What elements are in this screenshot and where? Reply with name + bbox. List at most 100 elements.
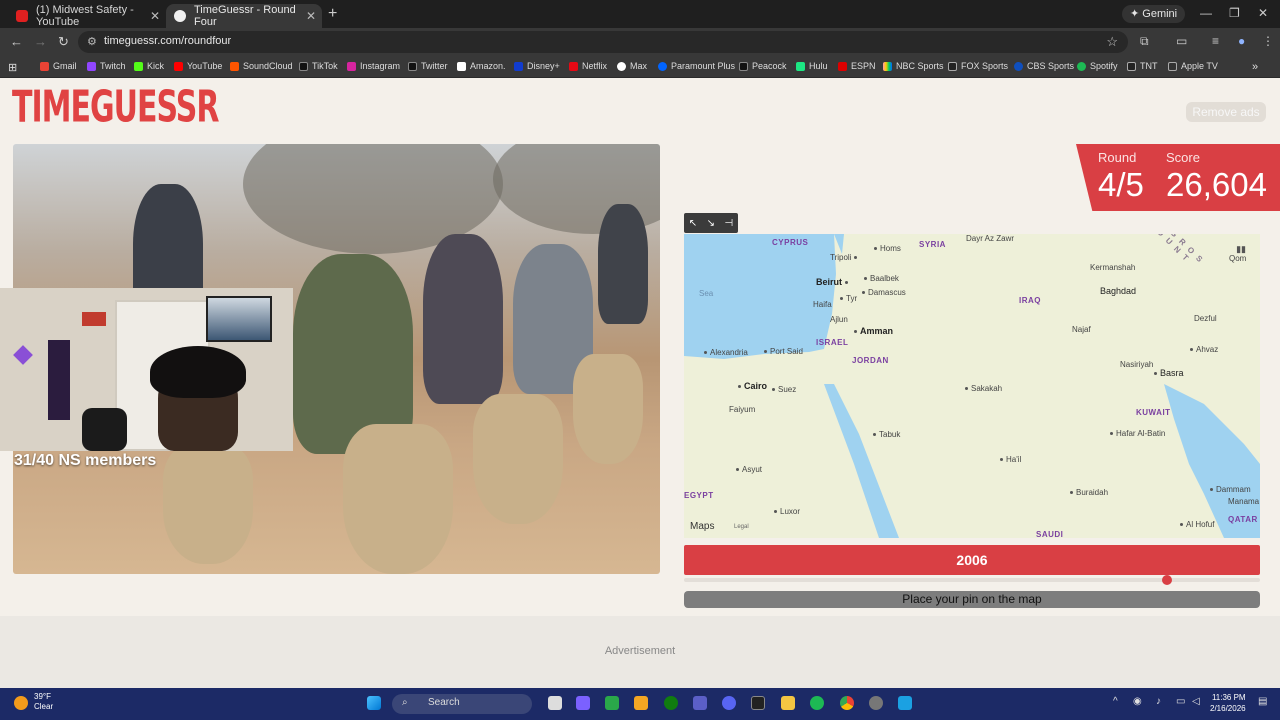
more-bookmarks-icon[interactable]: » xyxy=(1252,61,1258,73)
weather-widget[interactable]: 39°F Clear xyxy=(14,692,53,712)
close-tab-icon[interactable]: ✕ xyxy=(306,9,316,23)
bookmark-gmail[interactable]: Gmail xyxy=(40,61,77,71)
map-city: Dezful xyxy=(1194,314,1217,323)
advertisement-area: Advertisement xyxy=(0,616,1280,688)
map-city: Tabuk xyxy=(873,430,900,439)
map-city: Alexandria xyxy=(704,348,748,357)
bookmark-hulu[interactable]: Hulu xyxy=(796,61,828,71)
map-country: IRAQ xyxy=(1019,296,1041,305)
discord-icon[interactable] xyxy=(722,696,736,710)
year-slider[interactable] xyxy=(684,575,1260,585)
shrink-map-icon[interactable]: ↘ xyxy=(707,218,715,229)
app-icon[interactable] xyxy=(605,696,619,710)
epic-games-icon[interactable] xyxy=(751,696,765,710)
bookmark-netflix[interactable]: Netflix xyxy=(569,61,607,71)
map-legal-link[interactable]: Legal xyxy=(734,524,749,530)
bookmark-max[interactable]: Max xyxy=(617,61,647,71)
tray-chevron-icon[interactable]: ^ xyxy=(1113,696,1118,707)
new-tab-button[interactable]: + xyxy=(328,5,337,23)
site-info-icon[interactable]: ⚙ xyxy=(87,35,97,48)
close-tab-icon[interactable]: ✕ xyxy=(150,9,160,23)
teams-icon[interactable] xyxy=(693,696,707,710)
tray-app-icon[interactable]: ◉ xyxy=(1133,696,1142,707)
chrome-icon[interactable] xyxy=(840,696,854,710)
forward-icon[interactable]: → xyxy=(34,34,47,49)
notifications-icon[interactable]: ▤ xyxy=(1258,696,1267,707)
task-view-icon[interactable] xyxy=(548,696,562,710)
minimize-icon[interactable]: — xyxy=(1200,6,1212,20)
map-city: Dammam xyxy=(1210,485,1251,494)
tab-timeguessr[interactable]: TimeGuessr - Round Four ✕ xyxy=(166,4,322,28)
reload-icon[interactable]: ↻ xyxy=(58,34,69,50)
timeguessr-logo[interactable]: TIMEGUESSR xyxy=(12,86,219,130)
bookmark-soundcloud[interactable]: SoundCloud xyxy=(230,61,293,71)
clock-date: 2/16/2026 xyxy=(1210,704,1246,713)
restore-icon[interactable]: ❐ xyxy=(1229,6,1240,20)
windows-taskbar: 39°F Clear ⌕ Search ^ ◉ ♪ ▭ ◁ 11:36 PM 2… xyxy=(0,688,1280,720)
guess-map[interactable]: ▮▮ Sea CYPRUS SYRIA IRAQ ISRAEL JORDAN K… xyxy=(684,234,1260,538)
system-clock[interactable]: 11:36 PM 2/16/2026 xyxy=(1210,692,1246,714)
map-country: CYPRUS xyxy=(772,238,809,247)
timeguessr-icon xyxy=(174,10,186,22)
gemini-button[interactable]: ✦ Gemini xyxy=(1122,5,1186,23)
taskbar-search[interactable]: ⌕ Search xyxy=(392,694,532,714)
network-icon[interactable]: ▭ xyxy=(1176,696,1185,707)
cast-icon[interactable]: ▭ xyxy=(1176,34,1187,48)
year-slider-thumb[interactable] xyxy=(1161,575,1172,585)
bookmark-tiktok[interactable]: TikTok xyxy=(299,61,338,71)
bookmark-twitch[interactable]: Twitch xyxy=(87,61,126,71)
map-city: Homs xyxy=(874,244,901,253)
bookmark-disney[interactable]: Disney+ xyxy=(514,61,560,71)
url-text: timeguessr.com/roundfour xyxy=(104,35,232,47)
map-city: Basra xyxy=(1154,368,1184,378)
map-controls: ↖ ↘ ⊣ xyxy=(684,213,738,233)
weather-condition: Clear xyxy=(34,702,54,711)
store-icon[interactable] xyxy=(634,696,648,710)
address-bar[interactable]: ⚙ timeguessr.com/roundfour ☆ xyxy=(78,31,1128,53)
copilot-icon[interactable] xyxy=(576,696,590,710)
close-window-icon[interactable]: ✕ xyxy=(1258,6,1268,20)
extensions-icon[interactable]: ⧉ xyxy=(1140,34,1149,49)
profile-icon[interactable]: ● xyxy=(1238,34,1245,48)
bookmark-instagram[interactable]: Instagram xyxy=(347,61,400,71)
bookmark-tnt[interactable]: TNT xyxy=(1127,61,1158,71)
bookmark-nbc-sports[interactable]: NBC Sports xyxy=(883,61,944,71)
back-icon[interactable]: ← xyxy=(10,34,23,49)
bookmark-star-icon[interactable]: ☆ xyxy=(1106,34,1118,50)
menu-icon[interactable]: ⋮ xyxy=(1262,34,1274,48)
bookmark-espn[interactable]: ESPN xyxy=(838,61,876,71)
bookmark-fox-sports[interactable]: FOX Sports xyxy=(948,61,1008,71)
place-pin-button[interactable]: Place your pin on the map xyxy=(684,591,1260,608)
bookmark-peacock[interactable]: Peacock xyxy=(739,61,787,71)
expand-map-icon[interactable]: ↖ xyxy=(689,218,697,229)
bookmark-twitter[interactable]: Twitter xyxy=(408,61,448,71)
bookmark-amazon[interactable]: Amazon. xyxy=(457,61,506,71)
xbox-icon[interactable] xyxy=(664,696,678,710)
microphone-icon[interactable]: ♪ xyxy=(1156,696,1161,707)
youtube-icon xyxy=(16,10,28,22)
bookmark-kick[interactable]: Kick xyxy=(134,61,164,71)
search-label: Search xyxy=(428,697,460,708)
webcam-overlay xyxy=(0,288,293,451)
map-city: Manama xyxy=(1228,497,1260,506)
tab-title: (1) Midwest Safety - YouTube xyxy=(36,4,134,28)
apps-icon[interactable]: ⊞ xyxy=(8,61,17,74)
photo-sack xyxy=(573,354,643,464)
bookmark-apple-tv[interactable]: Apple TV xyxy=(1168,61,1218,71)
remove-ads-button[interactable]: Remove ads xyxy=(1186,102,1266,122)
tab-youtube[interactable]: (1) Midwest Safety - YouTube ✕ xyxy=(8,4,166,28)
pin-map-icon[interactable]: ⊣ xyxy=(725,218,734,229)
bookmark-cbs-sports[interactable]: CBS Sports xyxy=(1014,61,1074,71)
file-explorer-icon[interactable] xyxy=(781,696,795,710)
search-icon: ⌕ xyxy=(402,697,408,708)
media-icon[interactable]: ≡ xyxy=(1212,34,1219,48)
bookmarks-bar: ⊞ Gmail Twitch Kick YouTube SoundCloud T… xyxy=(0,56,1280,78)
start-icon[interactable] xyxy=(367,696,381,710)
bookmark-youtube[interactable]: YouTube xyxy=(174,61,222,71)
obs-icon[interactable] xyxy=(869,696,883,710)
bookmark-spotify[interactable]: Spotify xyxy=(1077,61,1118,71)
volume-icon[interactable]: ◁ xyxy=(1192,696,1200,707)
app-icon[interactable] xyxy=(898,696,912,710)
spotify-icon[interactable] xyxy=(810,696,824,710)
bookmark-paramount[interactable]: Paramount Plus xyxy=(658,61,735,71)
